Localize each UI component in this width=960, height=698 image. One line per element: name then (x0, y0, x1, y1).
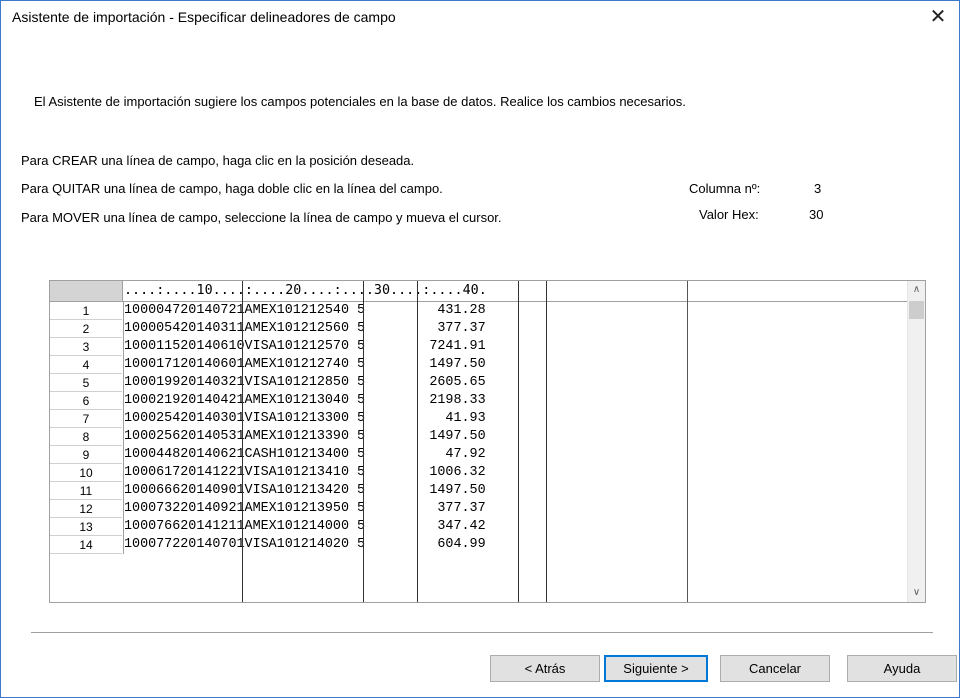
table-row[interactable]: 100005420140311AMEX101212560 5 377.37 (124, 320, 644, 338)
scroll-up-icon[interactable]: ∧ (908, 281, 925, 299)
field-preview-grid[interactable]: ....:....10....:....20....:....30....:..… (49, 280, 926, 603)
table-row[interactable]: 100077220140701VISA101214020 5 604.99 (124, 536, 644, 554)
row-number: 11 (50, 482, 122, 500)
table-row[interactable]: 100025420140301VISA101213300 5 41.93 (124, 410, 644, 428)
next-button[interactable]: Siguiente > (604, 655, 708, 682)
row-number: 13 (50, 518, 122, 536)
row-number: 7 (50, 410, 122, 428)
back-button[interactable]: < Atrás (490, 655, 600, 682)
window-title: Asistente de importación - Especificar d… (12, 9, 396, 25)
row-number: 5 (50, 374, 122, 392)
table-row[interactable]: 100004720140721AMEX101212540 5 431.28 (124, 302, 644, 320)
help-button[interactable]: Ayuda (847, 655, 957, 682)
data-end-line (687, 281, 688, 602)
title-bar: Asistente de importación - Especificar d… (1, 1, 959, 33)
ruler-corner (50, 281, 123, 301)
instruction-create: Para CREAR una línea de campo, haga clic… (21, 153, 415, 168)
table-row[interactable]: 100019920140321VISA101212850 5 2605.65 (124, 374, 644, 392)
field-line[interactable] (518, 281, 519, 602)
column-number-value: 3 (814, 181, 822, 196)
field-line[interactable] (417, 281, 418, 602)
table-row[interactable]: 100011520140610VISA101212570 5 7241.91 (124, 338, 644, 356)
instruction-move: Para MOVER una línea de campo, seleccion… (21, 210, 502, 225)
row-number: 14 (50, 536, 122, 554)
import-wizard-dialog: Asistente de importación - Especificar d… (0, 0, 960, 698)
data-rows[interactable]: 100004720140721AMEX101212540 5 431.28 100… (123, 302, 644, 554)
row-number: 12 (50, 500, 122, 518)
table-row[interactable]: 100073220140921AMEX101213950 5 377.37 (124, 500, 644, 518)
intro-text: El Asistente de importación sugiere los … (34, 94, 686, 109)
row-number: 10 (50, 464, 122, 482)
table-row[interactable]: 100017120140601AMEX101212740 5 1497.50 (124, 356, 644, 374)
table-row[interactable]: 100061720141221VISA101213410 5 1006.32 (124, 464, 644, 482)
column-number-label: Columna nº: (689, 181, 761, 196)
table-row[interactable]: 100021920140421AMEX101213040 5 2198.33 (124, 392, 644, 410)
row-number: 6 (50, 392, 122, 410)
table-row[interactable]: 100025620140531AMEX101213390 5 1497.50 (124, 428, 644, 446)
scroll-down-icon[interactable]: ∨ (908, 584, 925, 602)
table-row[interactable]: 100066620140901VISA101213420 5 1497.50 (124, 482, 644, 500)
row-number: 1 (50, 302, 122, 320)
ruler-text: ....:....10....:....20....:....30....:..… (124, 283, 487, 298)
instruction-remove: Para QUITAR una línea de campo, haga dob… (21, 181, 443, 196)
separator (31, 632, 933, 633)
hex-value-value: 30 (809, 207, 824, 222)
row-number: 2 (50, 320, 122, 338)
field-line[interactable] (546, 281, 547, 602)
close-icon[interactable]: ✕ (925, 5, 951, 29)
row-number: 8 (50, 428, 122, 446)
row-number: 3 (50, 338, 122, 356)
row-number: 9 (50, 446, 122, 464)
field-line[interactable] (363, 281, 364, 602)
field-line[interactable] (242, 281, 243, 602)
table-row[interactable]: 100076620141211AMEX101214000 5 347.42 (124, 518, 644, 536)
row-numbers: 1 2 3 4 5 6 7 8 9 10 11 12 13 14 (50, 302, 122, 554)
scroll-thumb[interactable] (909, 301, 924, 319)
cancel-button[interactable]: Cancelar (720, 655, 830, 682)
column-ruler[interactable]: ....:....10....:....20....:....30....:..… (50, 281, 908, 302)
hex-value-label: Valor Hex: (699, 207, 759, 222)
table-row[interactable]: 100044820140621CASH101213400 5 47.92 (124, 446, 644, 464)
vertical-scrollbar[interactable]: ∧ ∨ (907, 281, 925, 602)
row-number: 4 (50, 356, 122, 374)
